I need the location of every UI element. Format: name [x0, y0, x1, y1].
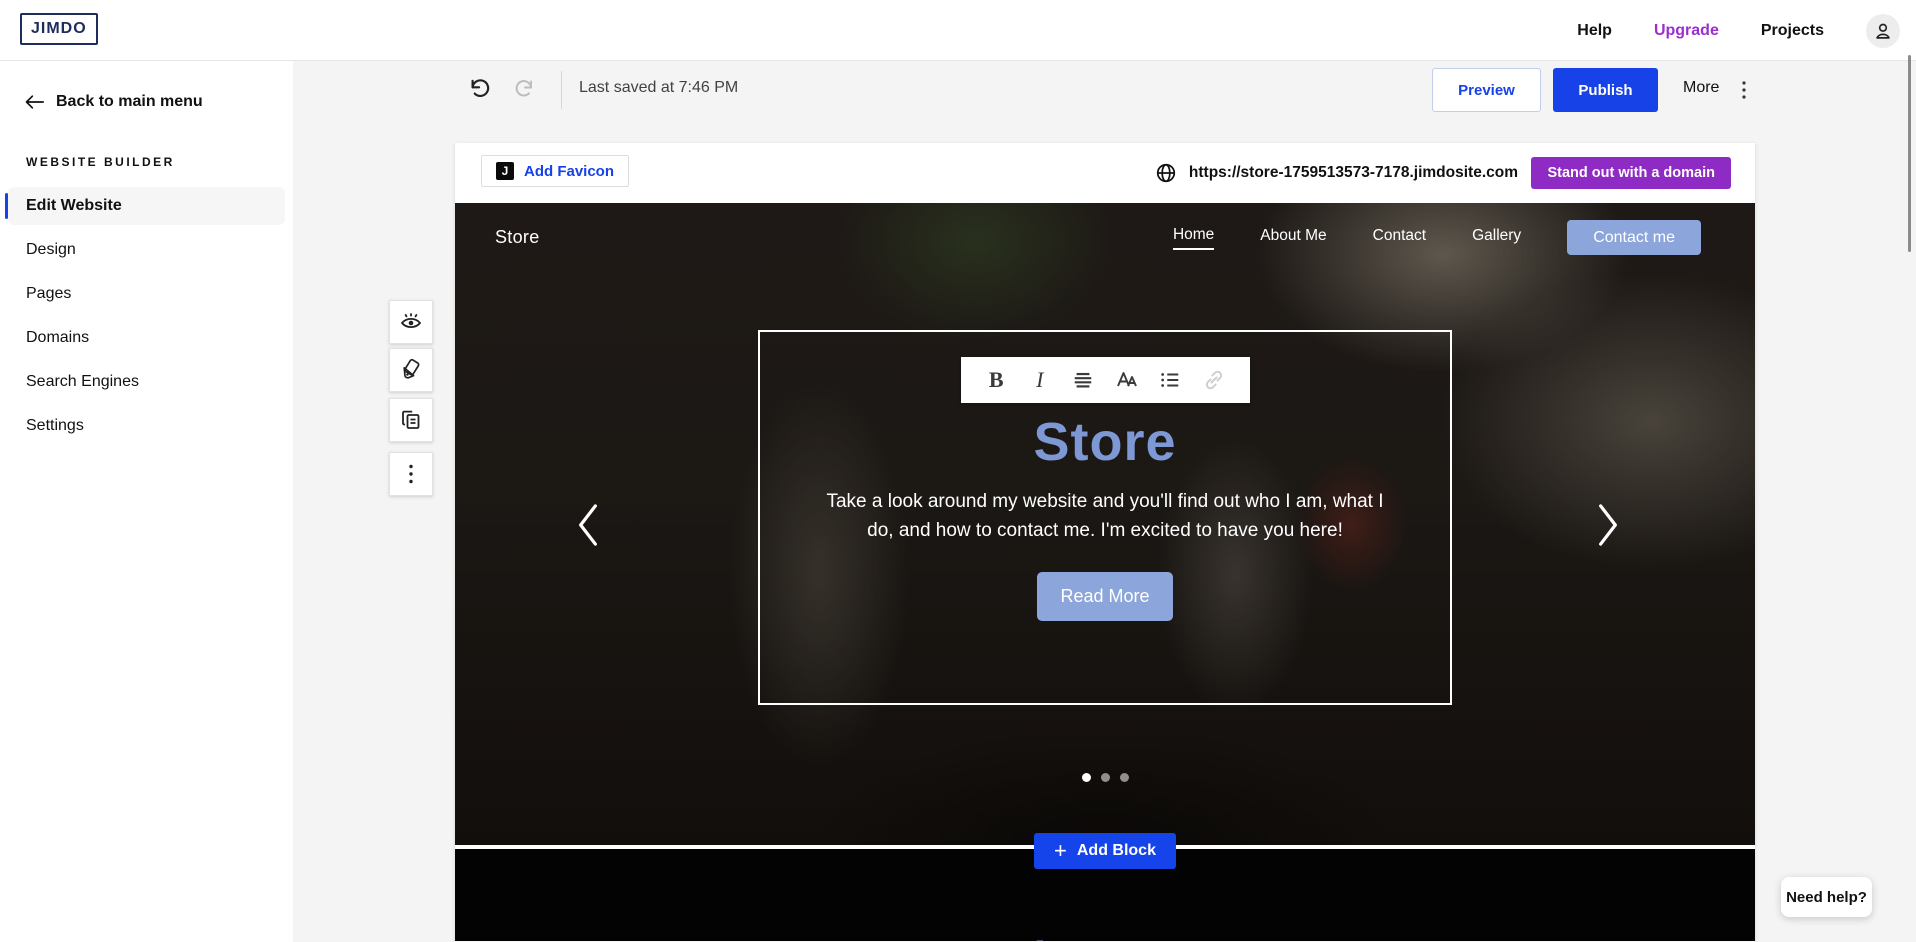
sidebar-item-pages[interactable]: Pages — [8, 275, 285, 313]
site-nav: Home About Me Contact Gallery Contact me — [1173, 220, 1701, 255]
sidebar-item-design[interactable]: Design — [8, 231, 285, 269]
sidebar-section-title: WEBSITE BUILDER — [0, 111, 293, 169]
align-button[interactable] — [1068, 365, 1098, 395]
preview-button[interactable]: Preview — [1432, 68, 1541, 112]
sidebar-item-edit-website[interactable]: Edit Website — [8, 187, 285, 225]
globe-icon — [1155, 162, 1177, 184]
help-link[interactable]: Help — [1577, 22, 1612, 40]
topbar-links: Help Upgrade Projects — [1577, 0, 1900, 61]
nav-gallery[interactable]: Gallery — [1472, 227, 1521, 249]
nav-about-me[interactable]: About Me — [1260, 227, 1326, 249]
bold-button[interactable]: B — [981, 365, 1011, 395]
last-saved-status: Last saved at 7:46 PM — [579, 79, 738, 97]
nav-contact[interactable]: Contact — [1373, 227, 1426, 249]
upgrade-link[interactable]: Upgrade — [1654, 22, 1719, 40]
hero-section[interactable]: Store Home About Me Contact Gallery Cont… — [455, 203, 1755, 845]
read-more-button[interactable]: Read More — [1037, 572, 1173, 621]
block-toolbar — [389, 300, 433, 496]
nav-home[interactable]: Home — [1173, 226, 1214, 250]
eye-icon — [399, 310, 423, 334]
carousel-dots — [455, 773, 1755, 782]
hero-body-text[interactable]: Take a look around my website and you'll… — [815, 487, 1395, 545]
kebab-icon — [407, 463, 415, 485]
page-scrollbar[interactable] — [1908, 55, 1911, 252]
site-brand[interactable]: Store — [495, 227, 540, 248]
about-me-title: About Me — [455, 935, 1755, 941]
style-swatches-icon — [399, 358, 423, 382]
list-button[interactable] — [1155, 365, 1185, 395]
redo-button[interactable] — [511, 75, 541, 105]
carousel-dot-1[interactable] — [1082, 773, 1091, 782]
duplicate-button[interactable] — [389, 398, 433, 442]
undo-button[interactable] — [463, 75, 493, 105]
plus-icon: + — [1054, 840, 1067, 862]
back-arrow-icon — [24, 94, 44, 110]
favicon-badge: J — [496, 162, 514, 180]
publish-button[interactable]: Publish — [1553, 68, 1658, 112]
sidebar-item-domains[interactable]: Domains — [8, 319, 285, 357]
selected-text-block[interactable]: B I Store Take a look aro — [758, 330, 1452, 705]
sidebar: Back to main menu WEBSITE BUILDER Edit W… — [0, 61, 293, 942]
link-button[interactable] — [1199, 365, 1229, 395]
carousel-next-arrow[interactable] — [1595, 503, 1635, 547]
carousel-prev-arrow[interactable] — [575, 503, 615, 547]
text-format-toolbar: B I — [961, 357, 1250, 403]
jimdo-logo[interactable]: JIMDO — [20, 13, 98, 45]
sidebar-item-settings[interactable]: Settings — [8, 407, 285, 445]
carousel-dot-2[interactable] — [1101, 773, 1110, 782]
sidebar-item-search-engines[interactable]: Search Engines — [8, 363, 285, 401]
need-help-button[interactable]: Need help? — [1781, 877, 1872, 917]
site-header: Store Home About Me Contact Gallery Cont… — [455, 203, 1755, 273]
visibility-button[interactable] — [389, 300, 433, 344]
site-url-row: https://store-1759513573-7178.jimdosite.… — [1155, 143, 1518, 203]
add-block-button[interactable]: + Add Block — [1034, 833, 1176, 869]
block-more-button[interactable] — [389, 452, 433, 496]
italic-button[interactable]: I — [1025, 365, 1055, 395]
more-kebab-icon[interactable] — [1731, 75, 1757, 105]
sidebar-items: Edit Website Design Pages Domains Search… — [0, 187, 293, 445]
favicon-bar: J Add Favicon https://store-1759513573-7… — [455, 143, 1755, 203]
add-block-label: Add Block — [1077, 842, 1156, 860]
back-label: Back to main menu — [56, 93, 203, 111]
projects-link[interactable]: Projects — [1761, 22, 1824, 40]
editor-toolbar: Last saved at 7:46 PM Preview Publish Mo… — [293, 61, 1916, 117]
style-button[interactable] — [389, 348, 433, 392]
jimdo-website-builder: JIMDO Help Upgrade Projects Back to main… — [0, 0, 1916, 942]
add-favicon-button[interactable]: J Add Favicon — [481, 155, 629, 187]
back-to-main-menu[interactable]: Back to main menu — [0, 61, 293, 111]
font-style-button[interactable] — [1112, 365, 1142, 395]
add-favicon-label: Add Favicon — [524, 163, 614, 180]
carousel-dot-3[interactable] — [1120, 773, 1129, 782]
top-bar: JIMDO Help Upgrade Projects — [0, 0, 1916, 61]
contact-me-button[interactable]: Contact me — [1567, 220, 1701, 255]
domain-upsell-button[interactable]: Stand out with a domain — [1531, 157, 1731, 189]
person-icon — [1872, 20, 1894, 42]
site-preview: J Add Favicon https://store-1759513573-7… — [455, 143, 1755, 942]
copy-icon — [399, 408, 423, 432]
account-avatar[interactable] — [1866, 14, 1900, 48]
hero-title[interactable]: Store — [1033, 411, 1176, 473]
more-label[interactable]: More — [1683, 79, 1719, 97]
toolbar-divider — [561, 71, 562, 109]
site-url: https://store-1759513573-7178.jimdosite.… — [1189, 164, 1518, 182]
